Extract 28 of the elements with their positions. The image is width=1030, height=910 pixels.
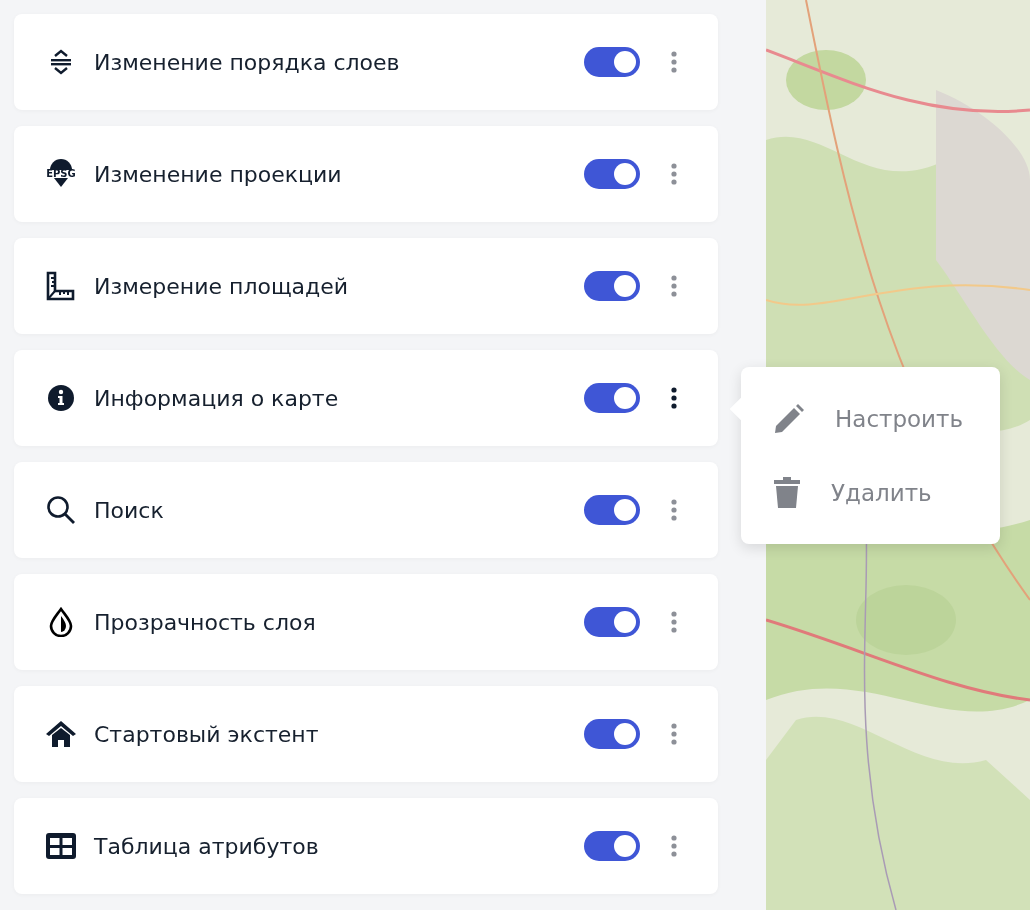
- sort-arrows-icon: [50, 49, 72, 75]
- widget-name: Таблица атрибутов: [94, 833, 320, 859]
- trash-icon: [773, 476, 801, 509]
- widget-name: Изменение порядка слоев: [94, 49, 401, 75]
- widget-name: Изменение проекции: [94, 161, 343, 187]
- toggle-switch[interactable]: [584, 607, 640, 637]
- toggle-switch[interactable]: [584, 271, 640, 301]
- toggle-switch[interactable]: [584, 383, 640, 413]
- toggle-switch[interactable]: [584, 495, 640, 525]
- menu-item[interactable]: Настроить: [741, 385, 1000, 452]
- toggle-switch[interactable]: [584, 47, 640, 77]
- toggle-switch[interactable]: [584, 159, 640, 189]
- more-options-button[interactable]: [668, 385, 680, 411]
- search-icon: [46, 495, 76, 525]
- widget-name: Информация о карте: [94, 385, 340, 411]
- menu-item[interactable]: Удалить: [741, 459, 1000, 526]
- widget-name: Измерение площадей: [94, 273, 350, 299]
- half-drop-icon: [49, 607, 73, 637]
- home-icon: [45, 720, 77, 748]
- widget-name: Поиск: [94, 497, 165, 523]
- pencil-icon: [773, 402, 805, 435]
- toggle-switch[interactable]: [584, 831, 640, 861]
- table-icon: [46, 833, 76, 859]
- widget-name: Прозрачность слоя: [94, 609, 317, 635]
- info-icon: [47, 384, 75, 412]
- ruler-icon: [46, 271, 76, 301]
- toggle-switch[interactable]: [584, 719, 640, 749]
- widget-name: Стартовый экстент: [94, 721, 320, 747]
